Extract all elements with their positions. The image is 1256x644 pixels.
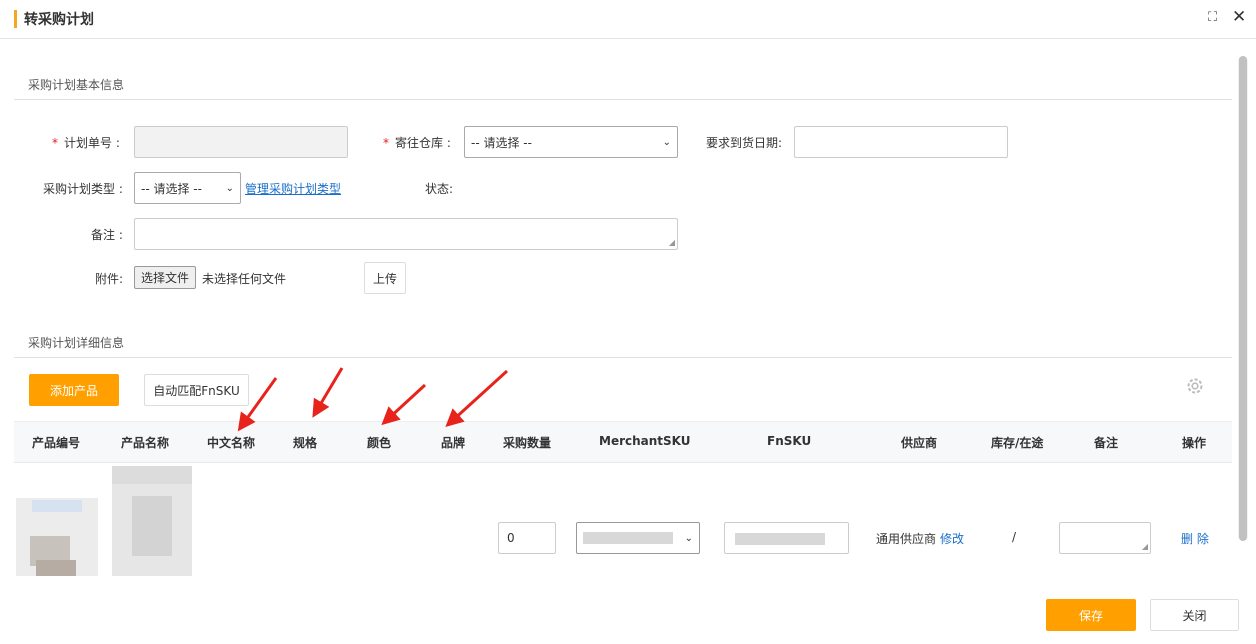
close-button[interactable]: 关闭 xyxy=(1150,599,1239,631)
blur-block xyxy=(32,500,82,512)
product-name-blurred xyxy=(112,466,192,576)
chevron-down-icon: ⌄ xyxy=(684,532,693,544)
stock-transit-text: / xyxy=(1012,530,1017,544)
blur-block xyxy=(112,466,192,484)
arrow-color xyxy=(381,383,427,426)
delete-row-link[interactable]: 删 除 xyxy=(1181,530,1209,547)
product-image-blurred xyxy=(16,498,98,576)
save-button[interactable]: 保存 xyxy=(1046,599,1136,631)
modify-supplier-link[interactable]: 修改 xyxy=(940,530,964,547)
merchant-sku-blurred xyxy=(583,532,673,544)
arrow-chinese-name xyxy=(237,377,278,432)
blur-block xyxy=(36,560,76,576)
blur-block xyxy=(132,496,172,556)
fnsku-blurred xyxy=(735,533,825,545)
supplier-text: 通用供应商 xyxy=(876,532,937,546)
merchant-sku-select[interactable]: ⌄ xyxy=(576,522,700,554)
arrow-brand xyxy=(445,369,509,428)
fnsku-input[interactable] xyxy=(724,522,849,554)
row-remark-textarea[interactable]: ◢ xyxy=(1059,522,1151,554)
resize-handle-icon[interactable]: ◢ xyxy=(1142,542,1148,551)
purchase-qty-input[interactable]: 0 xyxy=(498,522,556,554)
arrow-spec xyxy=(312,367,344,418)
